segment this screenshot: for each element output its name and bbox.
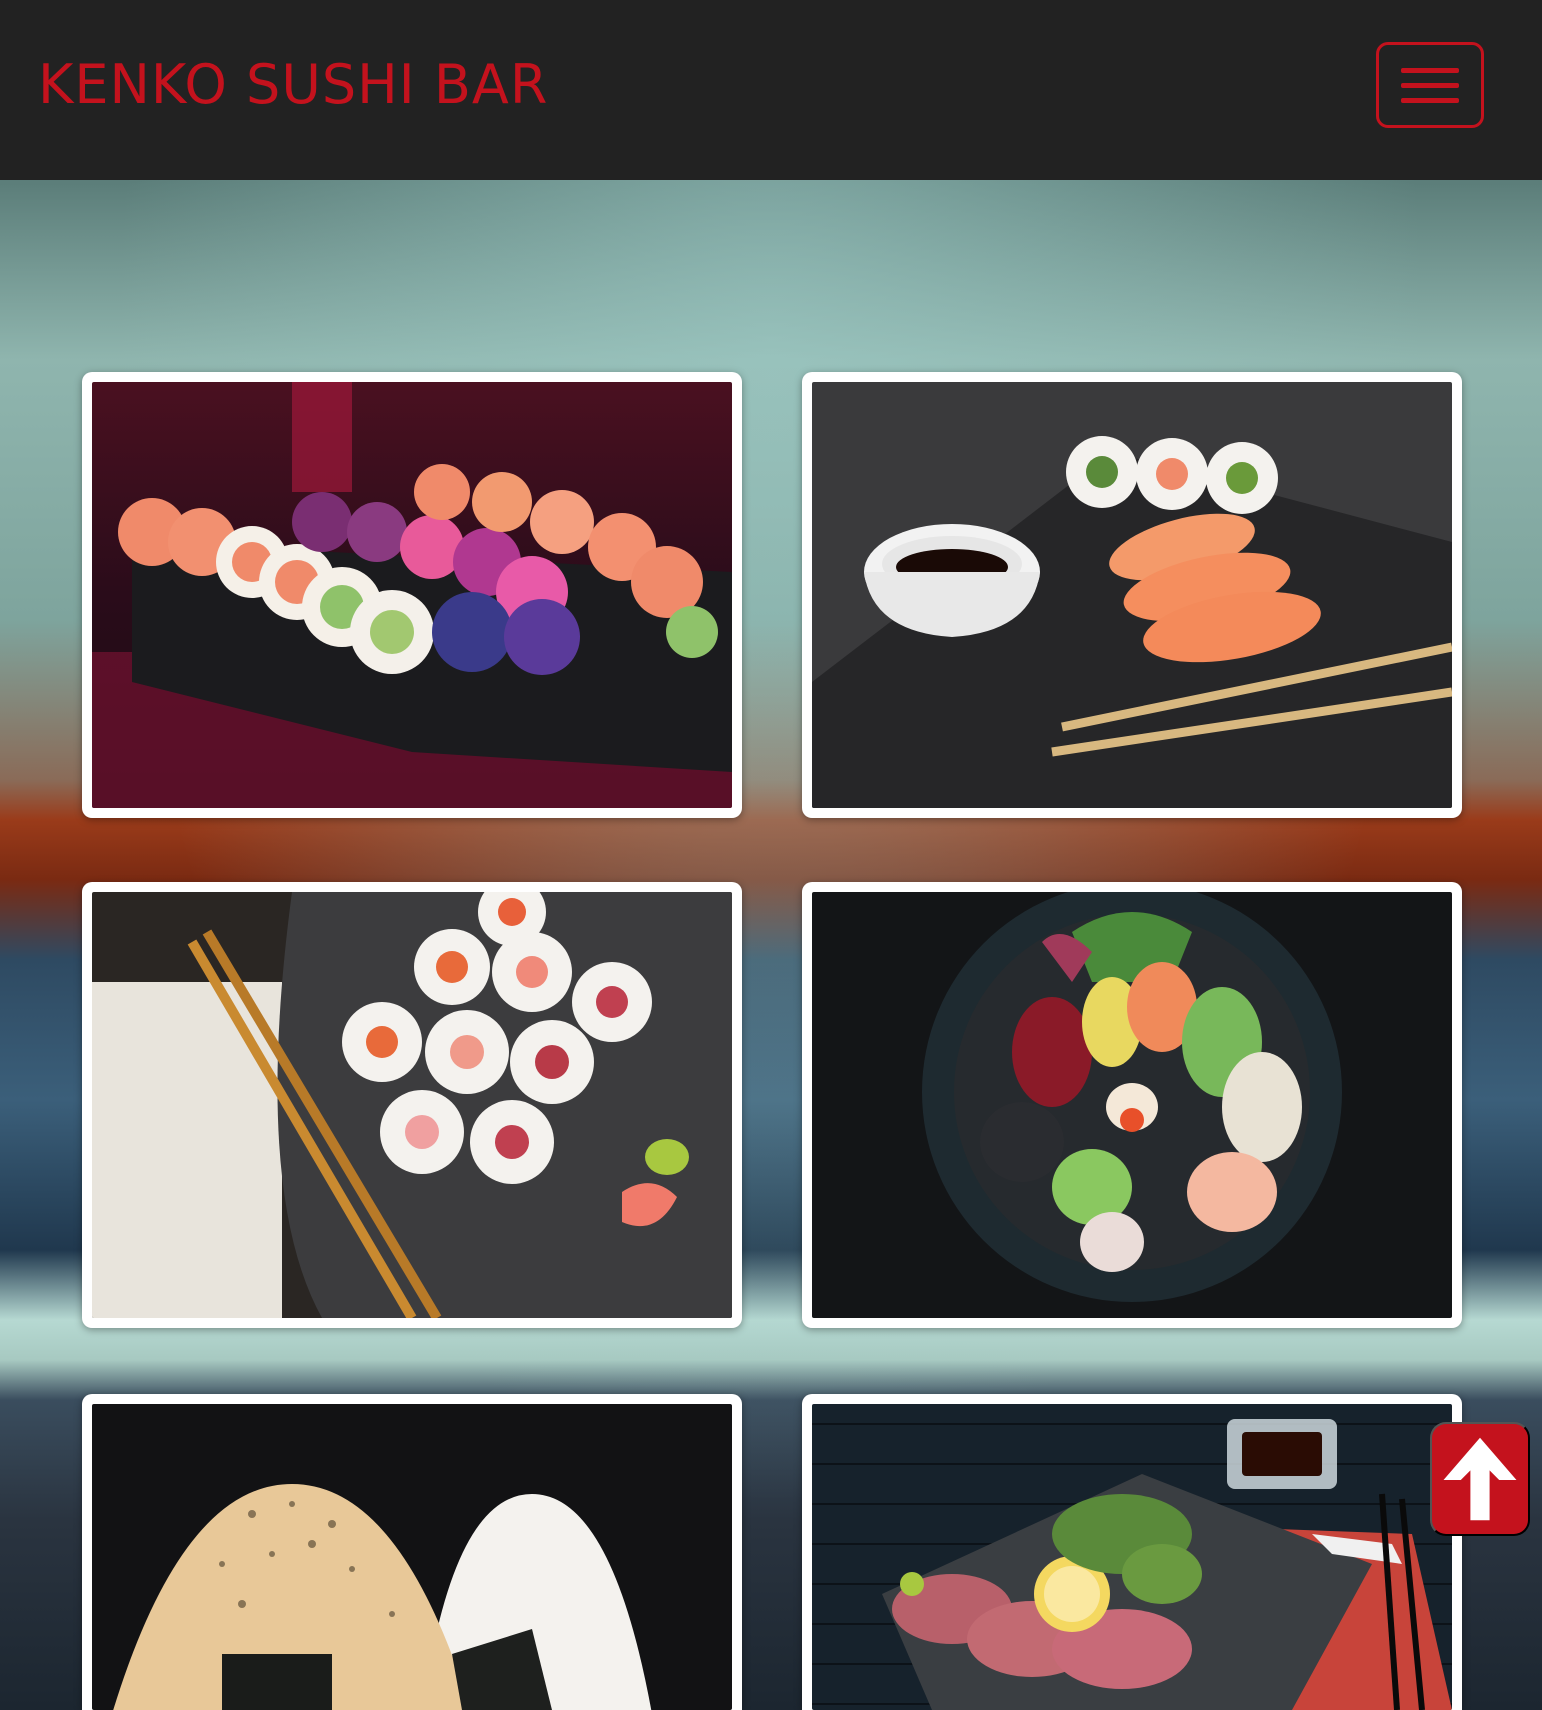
site-header: KENKO SUSHI BAR [0,0,1542,180]
arrow-up-icon [1443,1437,1517,1521]
hamburger-menu-icon-bar [1401,83,1459,88]
gallery-card[interactable] [802,882,1462,1328]
gallery-photo-tuna-tataki [812,1404,1452,1710]
gallery-photo-sushi-rolls [92,382,732,808]
gallery-card[interactable] [802,372,1462,818]
scroll-to-top-button[interactable] [1430,1422,1530,1536]
gallery-photo-nigiri-maki [812,382,1452,808]
gallery-card[interactable] [82,882,742,1328]
gallery-photo-maki-plate [92,892,732,1318]
gallery-photo-sashimi-bowl [812,892,1452,1318]
hamburger-menu-icon-bar [1401,98,1459,103]
gallery-card[interactable] [82,372,742,818]
brand-logo[interactable]: KENKO SUSHI BAR [38,52,548,118]
menu-toggle-button[interactable] [1376,42,1484,128]
gallery-card[interactable] [802,1394,1462,1710]
gallery-photo-onigiri [92,1404,732,1710]
hamburger-menu-icon [1401,68,1459,73]
gallery-card[interactable] [82,1394,742,1710]
